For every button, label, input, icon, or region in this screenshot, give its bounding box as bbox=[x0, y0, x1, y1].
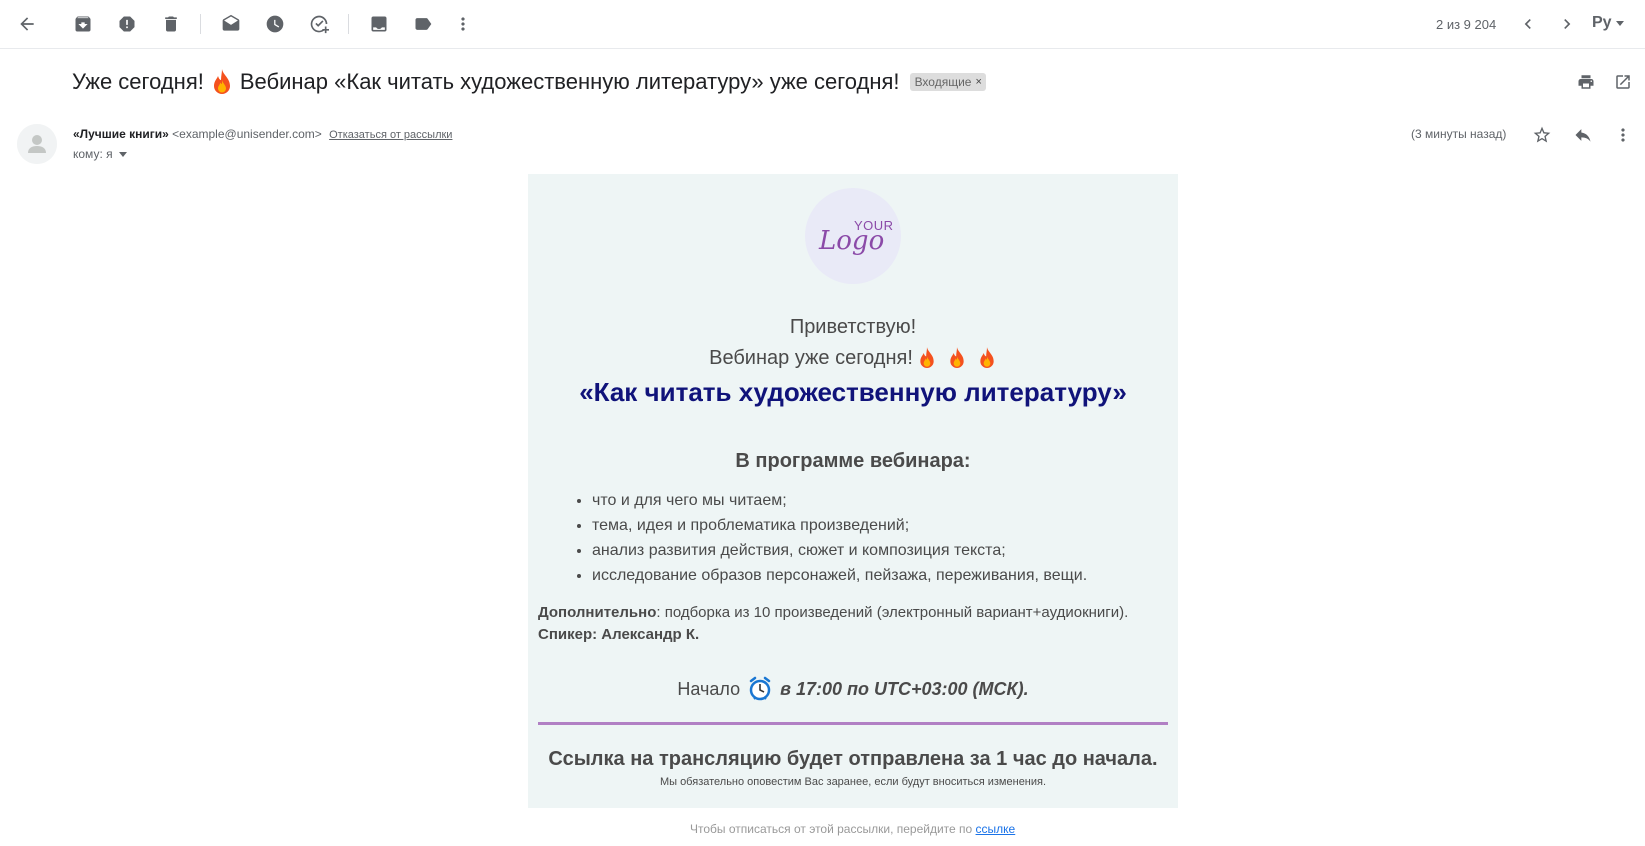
star-icon[interactable] bbox=[1530, 123, 1554, 147]
footer-unsubscribe-link[interactable]: ссылке bbox=[976, 822, 1016, 836]
delete-icon[interactable] bbox=[155, 8, 187, 40]
webinar-today-line: Вебинар уже сегодня! bbox=[528, 346, 1178, 370]
more-vert-icon[interactable] bbox=[1611, 123, 1635, 147]
extra-info: Дополнительно: подборка из 10 произведен… bbox=[538, 604, 1128, 621]
sender-email: <example@unisender.com> bbox=[172, 127, 322, 141]
label-text: Входящие bbox=[914, 75, 972, 89]
change-notice: Мы обязательно оповестим Вас заранее, ес… bbox=[659, 776, 1047, 788]
company-logo: YOUR Logo bbox=[805, 188, 901, 284]
recipient-details[interactable]: кому: я bbox=[73, 147, 127, 161]
message-counter: 2 из 9 204 bbox=[1436, 17, 1497, 32]
footer-text: Чтобы отписаться от этой рассылки, перей… bbox=[690, 822, 973, 836]
greeting: Приветствую! bbox=[789, 316, 917, 338]
received-time: (3 минуты назад) bbox=[1411, 127, 1507, 141]
alarm-clock-icon bbox=[749, 676, 771, 701]
reply-icon[interactable] bbox=[1571, 123, 1595, 147]
extra-label: Дополнительно bbox=[538, 604, 657, 621]
speaker: Спикер: Александр К. bbox=[538, 626, 700, 643]
extra-text: : подборка из 10 произведений (электронн… bbox=[656, 604, 1129, 621]
webinar-title: «Как читать художественную литературу» bbox=[579, 377, 1127, 407]
sender-name[interactable]: «Лучшие книги» bbox=[73, 127, 169, 141]
back-arrow-icon[interactable] bbox=[11, 8, 43, 40]
list-item: исследование образов персонажей, пейзажа… bbox=[592, 563, 1087, 588]
email-subject: Уже сегодня! Вебинар «Как читать художес… bbox=[72, 68, 986, 96]
remove-label-button[interactable]: × bbox=[975, 76, 981, 88]
snooze-icon[interactable] bbox=[259, 8, 291, 40]
avatar[interactable] bbox=[17, 124, 57, 164]
chevron-left-icon[interactable] bbox=[1512, 8, 1544, 40]
input-language-selector[interactable]: Ру bbox=[1592, 14, 1624, 32]
recipient-label: кому: я bbox=[73, 147, 113, 161]
move-to-icon[interactable] bbox=[363, 8, 395, 40]
caret-down-icon bbox=[1615, 20, 1624, 26]
label-icon[interactable] bbox=[407, 8, 439, 40]
open-in-new-icon[interactable] bbox=[1611, 70, 1635, 94]
caret-down-icon bbox=[118, 151, 127, 157]
language-label: Ру bbox=[1592, 14, 1612, 31]
toolbar-separator bbox=[348, 14, 349, 34]
archive-icon[interactable] bbox=[67, 8, 99, 40]
print-icon[interactable] bbox=[1574, 70, 1598, 94]
webinar-today-text: Вебинар уже сегодня! bbox=[709, 346, 913, 369]
fire-emoji-icon bbox=[213, 69, 230, 94]
stream-link-note: Ссылка на трансляцию будет отправлена за… bbox=[548, 748, 1158, 770]
report-spam-icon[interactable] bbox=[111, 8, 143, 40]
sender-info: «Лучшие книги» <example@unisender.com> О… bbox=[73, 127, 452, 141]
logo-text: Logo bbox=[819, 226, 885, 256]
add-task-icon[interactable] bbox=[303, 8, 335, 40]
divider bbox=[538, 722, 1168, 725]
fire-emoji-icon bbox=[920, 347, 934, 368]
subject-prefix: Уже сегодня! bbox=[72, 69, 204, 94]
start-time-line: Начало в 17:00 по UTC+03:00 (МСК). bbox=[528, 676, 1178, 702]
program-heading: В программе вебинара: bbox=[735, 450, 971, 472]
list-item: тема, идея и проблематика произведений; bbox=[592, 513, 1087, 538]
fire-emoji-icon bbox=[950, 347, 964, 368]
program-list: что и для чего мы читаем; тема, идея и п… bbox=[564, 488, 1087, 588]
person-icon bbox=[17, 124, 57, 164]
more-vert-icon[interactable] bbox=[447, 8, 479, 40]
unsubscribe-footer: Чтобы отписаться от этой рассылки, перей… bbox=[690, 822, 1015, 836]
toolbar: 2 из 9 204 Ру bbox=[0, 0, 1645, 49]
toolbar-separator bbox=[200, 14, 201, 34]
start-time: в 17:00 по UTC+03:00 (МСК). bbox=[780, 678, 1029, 699]
subject-text: Вебинар «Как читать художественную литер… bbox=[239, 69, 900, 94]
list-item: что и для чего мы читаем; bbox=[592, 488, 1087, 513]
start-label: Начало bbox=[677, 678, 741, 699]
fire-emoji-icon bbox=[980, 347, 994, 368]
list-item: анализ развития действия, сюжет и композ… bbox=[592, 538, 1087, 563]
email-body: YOUR Logo Приветствую! Вебинар уже сегод… bbox=[528, 174, 1178, 808]
chevron-right-icon[interactable] bbox=[1551, 8, 1583, 40]
mark-unread-icon[interactable] bbox=[215, 8, 247, 40]
inbox-label-chip[interactable]: Входящие × bbox=[909, 73, 986, 91]
unsubscribe-link[interactable]: Отказаться от рассылки bbox=[329, 129, 452, 141]
